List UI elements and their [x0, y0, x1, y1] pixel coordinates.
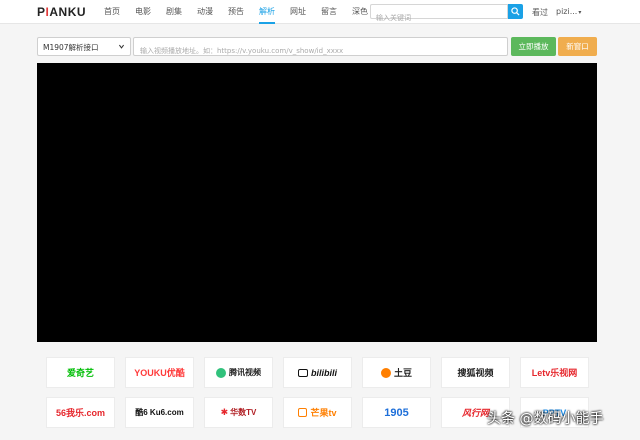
platform-letv[interactable]: Letv乐视网: [520, 357, 589, 388]
platform-huashu[interactable]: ✱ 华数TV: [204, 397, 273, 428]
platform-mango[interactable]: 芒果tv: [283, 397, 352, 428]
platform-56[interactable]: 56我乐.com: [46, 397, 115, 428]
platform-tencent[interactable]: 腾讯视频: [204, 357, 273, 388]
sohu-logo: 搜狐视频: [457, 368, 494, 378]
nav-movies[interactable]: 电影: [135, 0, 151, 24]
search-box: [370, 4, 508, 25]
search-input[interactable]: [371, 11, 507, 25]
platform-youku[interactable]: YOUKU优酷: [125, 357, 194, 388]
tencent-logo: 腾讯视频: [229, 368, 261, 377]
history-link[interactable]: 看过: [532, 7, 548, 18]
platform-sohu[interactable]: 搜狐视频: [441, 357, 510, 388]
nav-parse[interactable]: 解析: [259, 0, 275, 24]
platform-1905[interactable]: 1905: [362, 397, 431, 428]
youku-logo: YOUKU优酷: [134, 368, 185, 378]
platform-iqiyi[interactable]: 爱奇艺: [46, 357, 115, 388]
top-header: PIANKU 首页 电影 剧集 动漫 预告 解析 网址 留言 深色 看过 piz…: [0, 0, 640, 25]
play-now-button[interactable]: 立即播放: [511, 37, 556, 56]
nav-urls[interactable]: 网址: [290, 0, 306, 24]
letv-logo: Letv乐视网: [531, 368, 578, 378]
site-logo[interactable]: PIANKU: [37, 5, 86, 19]
56-logo: 56我乐.com: [55, 408, 106, 418]
video-player[interactable]: [37, 63, 597, 342]
user-name: pizi...: [556, 7, 578, 16]
nav-trailers[interactable]: 预告: [228, 0, 244, 24]
interface-select[interactable]: M1907解析接口: [37, 37, 131, 56]
iqiyi-logo: 爱奇艺: [66, 368, 94, 378]
platform-tudou[interactable]: 土豆: [362, 357, 431, 388]
search-button[interactable]: [508, 4, 523, 19]
nav-anime[interactable]: 动漫: [197, 0, 213, 24]
bilibili-logo: bilibili: [311, 367, 337, 378]
user-menu[interactable]: pizi...▾: [556, 7, 581, 16]
platform-ku6[interactable]: 酷6 Ku6.com: [125, 397, 194, 428]
video-url-input[interactable]: [134, 42, 507, 60]
platform-bilibili[interactable]: bilibili: [283, 357, 352, 388]
nav-messages[interactable]: 留言: [321, 0, 337, 24]
mango-logo: 芒果tv: [310, 408, 337, 418]
tudou-icon: [380, 367, 391, 378]
tencent-play-icon: [216, 367, 226, 378]
chevron-down-icon: [118, 44, 125, 49]
fengxing-logo: 风行网: [461, 408, 489, 418]
main-nav: 首页 电影 剧集 动漫 预告 解析 网址 留言 深色: [104, 0, 383, 24]
nav-home[interactable]: 首页: [104, 0, 120, 24]
tudou-logo: 土豆: [393, 368, 412, 378]
bilibili-tv-icon: [298, 368, 308, 377]
huashu-icon: ✱: [220, 407, 229, 418]
1905-logo: 1905: [384, 406, 409, 419]
mango-icon: [298, 408, 308, 417]
ku6-logo: 酷6 Ku6.com: [135, 408, 184, 417]
video-url-field: [133, 37, 508, 60]
huashu-logo: 华数TV: [230, 408, 257, 417]
new-window-button[interactable]: 新窗口: [558, 37, 597, 56]
nav-dark[interactable]: 深色: [352, 0, 368, 24]
search-icon: [511, 7, 520, 16]
watermark-text: 头条 @数码小能手: [487, 411, 604, 427]
interface-select-value: M1907解析接口: [43, 43, 99, 52]
nav-series[interactable]: 剧集: [166, 0, 182, 24]
chevron-down-icon: ▾: [578, 9, 582, 16]
